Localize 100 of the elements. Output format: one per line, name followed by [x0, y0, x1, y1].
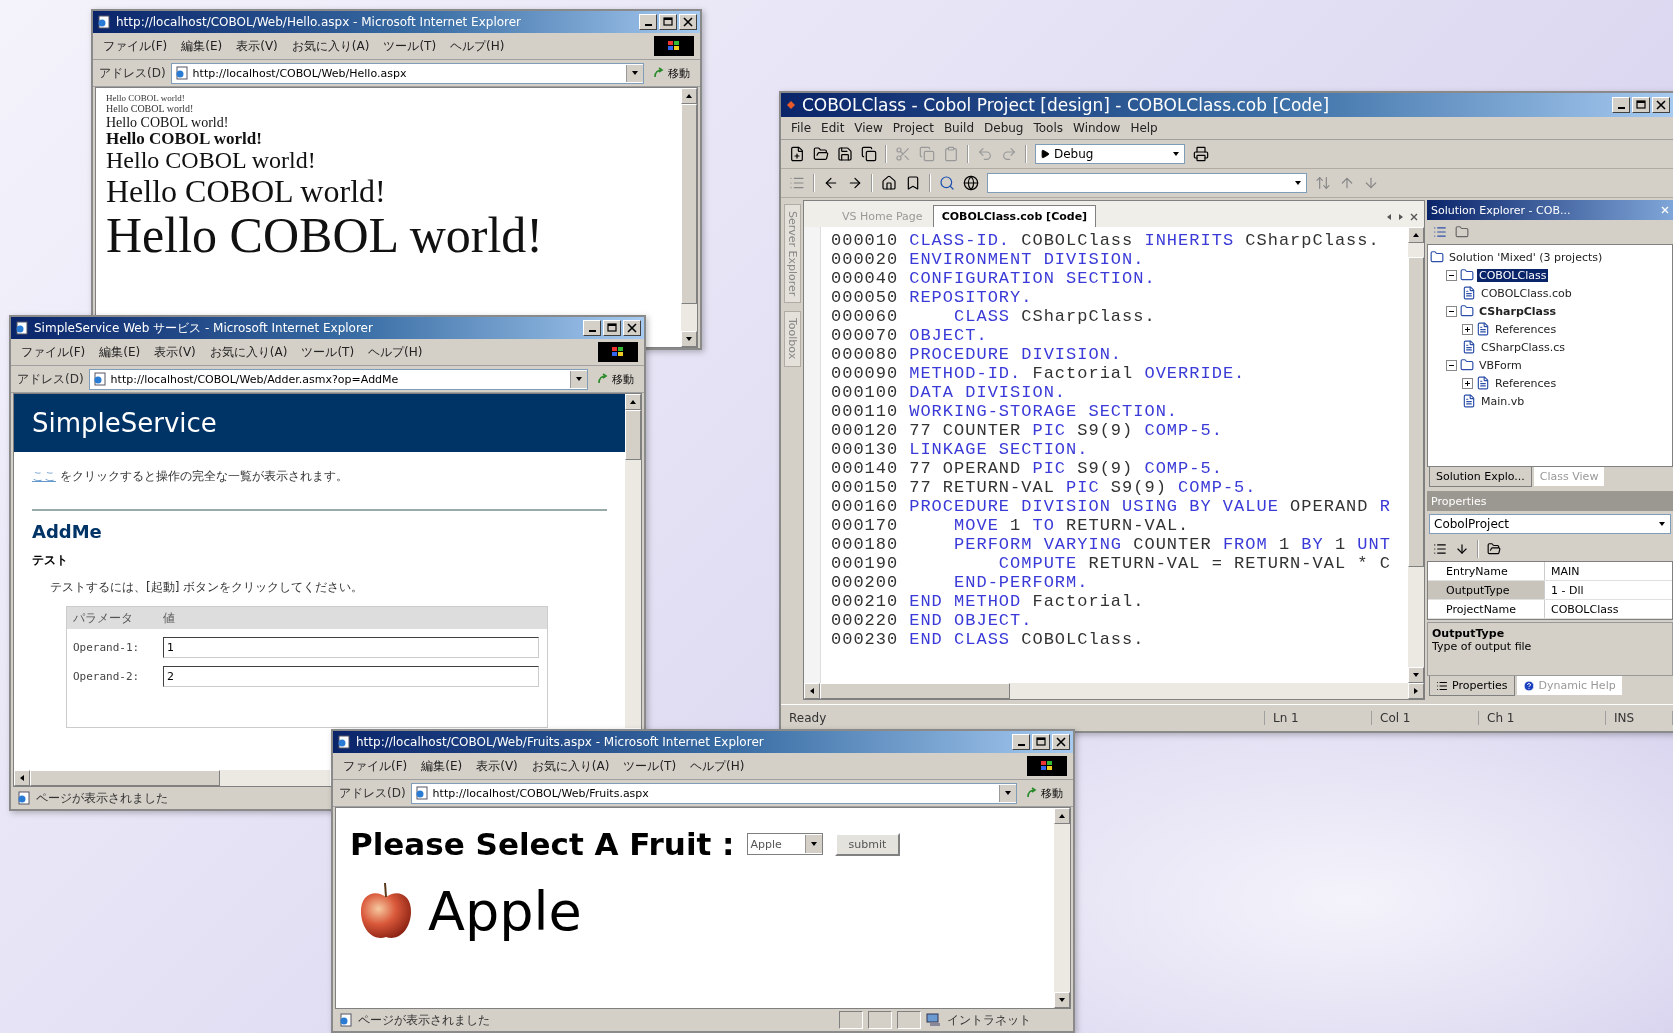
menu-item[interactable]: ヘルプ(H) — [690, 757, 745, 775]
horizontal-scrollbar[interactable] — [14, 770, 330, 786]
collapse-icon[interactable] — [1446, 269, 1457, 281]
address-field[interactable]: http://localhost/COBOL/Web/Adder.asmx?op=AddMe — [88, 368, 588, 390]
scrollbar-thumb[interactable] — [1408, 257, 1424, 567]
fruit-select[interactable]: Apple — [746, 833, 823, 855]
address-field[interactable]: http://localhost/COBOL/Web/Hello.aspx — [170, 62, 644, 84]
menu-item[interactable]: Help — [1130, 121, 1158, 135]
input-field[interactable]: 2 — [163, 666, 539, 687]
menu-item[interactable]: お気に入り(A) — [291, 37, 370, 55]
vertical-scrollbar[interactable] — [1054, 808, 1070, 1008]
folder-icon[interactable] — [1455, 225, 1469, 239]
menu-item[interactable]: Project — [892, 121, 934, 135]
configuration-dropdown[interactable]: Debug — [1035, 144, 1185, 164]
menu-item[interactable]: ヘルプ(H) — [368, 343, 423, 361]
tab-scroll-icon[interactable] — [1386, 213, 1404, 221]
tree-item[interactable]: VBForm — [1477, 358, 1524, 372]
vertical-scrollbar[interactable] — [1408, 227, 1424, 683]
menu-item[interactable]: Build — [943, 121, 974, 135]
menu-item[interactable]: File — [791, 121, 812, 135]
scrollbar-thumb[interactable] — [681, 104, 697, 304]
tree-item[interactable]: References — [1493, 322, 1559, 336]
tree-item[interactable]: COBOLClass — [1477, 268, 1549, 282]
horizontal-scrollbar[interactable] — [804, 683, 1424, 699]
menu-item[interactable]: 表示(V) — [236, 37, 278, 55]
open-folder-icon[interactable] — [813, 146, 829, 162]
close-icon[interactable] — [1410, 213, 1418, 221]
menu-item[interactable]: ファイル(F) — [21, 343, 86, 361]
find-combo[interactable] — [987, 173, 1307, 193]
expand-icon[interactable] — [1462, 377, 1473, 389]
expand-icon[interactable] — [1462, 323, 1473, 335]
scrollbar-thumb[interactable] — [820, 683, 1010, 699]
minimize-icon — [588, 330, 596, 332]
search-icon[interactable] — [939, 175, 955, 191]
maximize-button[interactable] — [603, 320, 621, 336]
maximize-button[interactable] — [659, 14, 677, 30]
editor-tab[interactable]: COBOLClass.cob [Code] — [932, 205, 1097, 227]
categorized-icon[interactable] — [1433, 542, 1447, 556]
tree-item[interactable]: Solution 'Mixed' (3 projects) — [1447, 250, 1605, 264]
menu-item[interactable]: Debug — [984, 121, 1024, 135]
close-button[interactable] — [1652, 97, 1670, 113]
scrollbar-thumb[interactable] — [625, 410, 641, 460]
printer-icon[interactable] — [1193, 146, 1209, 162]
menu-item[interactable]: Window — [1073, 121, 1121, 135]
tree-item[interactable]: CSharpClass.cs — [1479, 340, 1568, 354]
vertical-scrollbar[interactable] — [681, 88, 697, 347]
line-number: 000080 — [831, 345, 899, 364]
go-button[interactable]: 移動 — [649, 65, 694, 81]
menu-item[interactable]: お気に入り(A) — [531, 757, 610, 775]
submit-button[interactable]: submit — [834, 832, 901, 856]
menu-item[interactable]: 編集(E) — [421, 757, 463, 775]
up-arrow-icon — [629, 398, 637, 406]
panel-tab[interactable]: Solution Explo... — [1429, 467, 1532, 487]
menu-item[interactable]: 表示(V) — [476, 757, 518, 775]
home-icon[interactable] — [881, 175, 897, 191]
menu-item[interactable]: ツール(T) — [623, 757, 677, 775]
go-button[interactable]: 移動 — [1022, 785, 1067, 801]
panel-tab[interactable]: Properties — [1429, 676, 1515, 696]
bookmark-icon[interactable] — [905, 175, 921, 191]
globe-icon[interactable] — [963, 175, 979, 191]
code-line: OBJECT. — [909, 326, 988, 345]
minimize-button[interactable] — [639, 14, 657, 30]
collapse-icon[interactable] — [1446, 359, 1457, 371]
scrollbar-thumb[interactable] — [30, 770, 220, 786]
object-dropdown[interactable]: CobolProject — [1429, 514, 1671, 534]
menu-item[interactable]: 表示(V) — [154, 343, 196, 361]
menu-item[interactable]: 編集(E) — [99, 343, 141, 361]
tree-item[interactable]: References — [1493, 376, 1559, 390]
menu-item[interactable]: ヘルプ(H) — [450, 37, 505, 55]
address-field[interactable]: http://localhost/COBOL/Web/Fruits.aspx — [410, 782, 1017, 804]
minimize-button[interactable] — [583, 320, 601, 336]
menu-item[interactable]: ツール(T) — [301, 343, 355, 361]
minimize-button[interactable] — [1612, 97, 1630, 113]
close-button[interactable] — [623, 320, 641, 336]
property-name[interactable]: OutputType — [1428, 581, 1545, 599]
forward-icon[interactable] — [847, 175, 863, 191]
minimize-button[interactable] — [1012, 734, 1030, 750]
back-icon[interactable] — [823, 175, 839, 191]
save-icon[interactable] — [837, 146, 853, 162]
close-button[interactable] — [679, 14, 697, 30]
menu-item[interactable]: Edit — [821, 121, 845, 135]
input-field[interactable]: 1 — [163, 637, 539, 658]
go-button[interactable]: 移動 — [593, 371, 638, 387]
menu-item[interactable]: Tools — [1033, 121, 1064, 135]
tree-item[interactable]: COBOLClass.cob — [1479, 286, 1574, 300]
file-icon — [1462, 340, 1476, 354]
vertical-scrollbar[interactable] — [625, 394, 641, 728]
menu-item[interactable]: ツール(T) — [383, 37, 437, 55]
menu-item[interactable]: ファイル(F) — [103, 37, 168, 55]
close-button[interactable] — [1052, 734, 1070, 750]
menu-item[interactable]: お気に入り(A) — [209, 343, 288, 361]
menu-item[interactable]: ファイル(F) — [343, 757, 408, 775]
collapse-icon[interactable] — [1446, 305, 1457, 317]
maximize-button[interactable] — [1632, 97, 1650, 113]
tree-item[interactable]: CSharpClass — [1477, 304, 1559, 318]
menu-item[interactable]: 編集(E) — [181, 37, 223, 55]
maximize-button[interactable] — [1032, 734, 1050, 750]
menu-item[interactable]: View — [854, 121, 883, 135]
tree-item[interactable]: Main.vb — [1479, 394, 1527, 408]
new-file-icon[interactable] — [789, 146, 805, 162]
